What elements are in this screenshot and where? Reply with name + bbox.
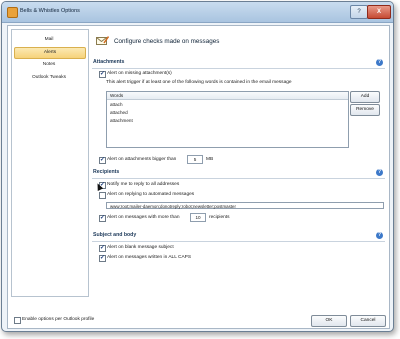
title-bar[interactable]: Bells & Whistles Options ? X [2,2,393,23]
ok-button[interactable]: OK [311,315,347,327]
words-column-header[interactable]: Words [107,92,348,100]
recipients-count-label: Alert on messages with more than [107,215,180,220]
words-header-label: Words [110,93,124,98]
bigger-than-checkbox[interactable] [99,156,106,164]
alerts-panel: Configure checks made on messages Attach… [92,29,385,295]
all-caps-label: Alert on messages written in ALL CAPS [107,255,192,260]
remove-word-button[interactable]: Remove [350,104,380,116]
attachments-help-icon[interactable]: ? [376,59,383,66]
bigger-than-label: Alert on attachments bigger than [107,157,177,162]
subject-body-section-label: Subject and body [93,232,137,238]
bell-app-icon [7,7,18,18]
word-item[interactable]: attachment [110,118,133,123]
help-button[interactable]: ? [350,5,368,19]
word-item[interactable]: attached [110,110,128,115]
attachment-size-unit: MB [206,157,214,162]
automated-messages-checkbox[interactable] [99,192,106,199]
window-title: Bells & Whistles Options [20,8,80,14]
nav-item-mail[interactable]: Mail [14,35,84,45]
nav-item-alerts[interactable]: Alerts [14,47,86,59]
recipients-count-unit: recipients [209,215,230,220]
blank-subject-label: Alert on blank message subject [107,245,174,250]
sidebar-nav: Mail Alerts Notes Outlook Tweaks [11,29,89,297]
options-window: Bells & Whistles Options ? X Mail Alerts… [1,1,394,332]
recipients-section-header: Recipients ? [92,168,385,179]
notify-all-label: Notify me to reply to all addresses [107,182,180,187]
blank-subject-checkbox[interactable] [99,244,106,252]
missing-attachment-checkbox[interactable] [99,70,106,78]
recipients-count-checkbox[interactable] [99,214,106,222]
recipients-count-input[interactable]: 10 [190,213,206,222]
nav-item-outlook-tweaks[interactable]: Outlook Tweaks [14,73,84,83]
recipients-help-icon[interactable]: ? [376,169,383,176]
close-button[interactable]: X [367,5,391,19]
word-item[interactable]: attach [110,102,123,107]
words-list[interactable]: Words attach attached attachment [106,91,349,148]
automated-messages-label: Alert on replying to automated messages [107,192,195,197]
all-caps-checkbox[interactable] [99,254,106,262]
recipients-section-label: Recipients [93,169,120,175]
page-title: Configure checks made on messages [114,38,220,45]
attachment-size-input[interactable]: 5 [187,155,203,164]
attachment-description: This alert trigger if at least one of th… [106,80,292,85]
subject-body-help-icon[interactable]: ? [376,232,383,239]
nav-item-notes[interactable]: Notes [14,60,84,70]
per-profile-label: Enable options per Outlook profile [22,317,95,322]
attachments-section-label: Attachments [93,59,125,65]
dialog-footer: Enable options per Outlook profile OK Ca… [8,313,389,327]
envelope-pencil-icon [96,36,109,45]
add-word-button[interactable]: Add [350,91,380,103]
subject-body-section-header: Subject and body ? [92,231,385,242]
per-profile-checkbox[interactable] [14,317,21,324]
attachments-section-header: Attachments ? [92,58,385,69]
cancel-button[interactable]: Cancel [350,315,386,327]
automated-senders-input[interactable]: www;root;mailer-daemon;donotreply;robot;… [106,202,384,209]
dialog-content: Mail Alerts Notes Outlook Tweaks Configu… [7,25,390,329]
missing-attachment-label: Alert on missing attachment(s) [107,71,172,76]
